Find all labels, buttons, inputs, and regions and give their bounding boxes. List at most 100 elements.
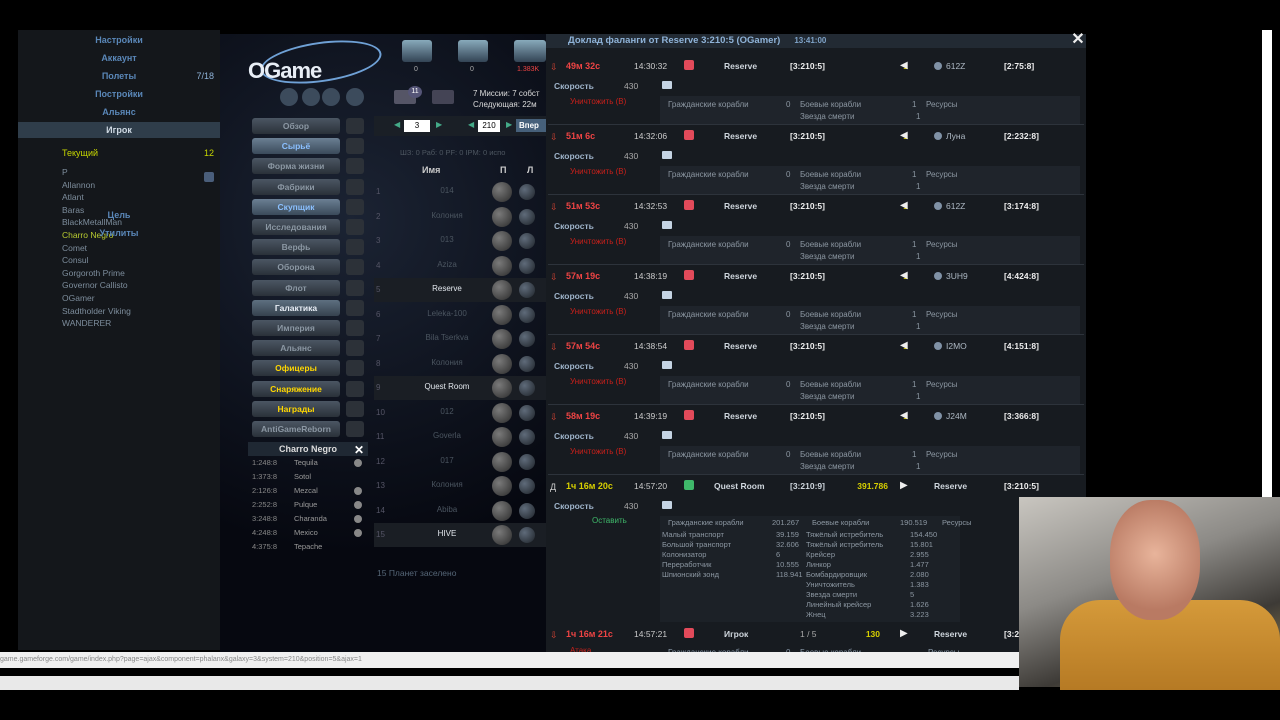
planet-icon[interactable] (492, 280, 512, 300)
galaxy-row[interactable]: 9 Quest Room (374, 376, 546, 400)
next-system-icon[interactable]: ▶ (506, 120, 512, 129)
planet-icon[interactable] (492, 427, 512, 447)
settings-icon[interactable] (204, 172, 214, 182)
planet-icon[interactable] (492, 353, 512, 374)
moon-icon[interactable] (519, 380, 535, 396)
friend-row[interactable]: 2:252:8 Pulque (248, 498, 368, 512)
mission-icon[interactable] (684, 60, 694, 70)
crystal-icon[interactable] (458, 40, 488, 62)
galaxy-row[interactable]: 11 Goverla (374, 425, 546, 449)
menu-icon[interactable] (346, 360, 364, 377)
moon-icon[interactable] (519, 306, 535, 323)
menu-icon[interactable] (346, 178, 364, 195)
fleet-icon[interactable]: ◀ (900, 270, 908, 281)
planet-icon[interactable] (492, 304, 512, 325)
moon-icon[interactable] (519, 233, 535, 249)
fleet-icon[interactable]: ◀ (900, 410, 908, 421)
friend-row[interactable]: 3:248:8 Charanda (248, 512, 368, 526)
game-menu-item[interactable]: Обзор (252, 118, 340, 134)
origin-coords[interactable]: [3:210:5] (790, 271, 825, 281)
planet-icon[interactable] (492, 451, 512, 472)
friend-row[interactable]: 1:248:8 Tequila (248, 456, 368, 470)
metal-icon[interactable] (402, 40, 432, 62)
prev-system-icon[interactable]: ◀ (468, 120, 474, 129)
fleet-icon[interactable]: ▶ (900, 480, 908, 491)
origin-coords[interactable]: [3:210:5] (790, 341, 825, 351)
moon-icon[interactable] (519, 478, 535, 494)
menu-icon[interactable] (346, 239, 364, 256)
target-coords[interactable]: [3:2 (1004, 629, 1019, 639)
player-item[interactable]: Gorgoroth Prime (62, 267, 220, 280)
galaxy-row[interactable]: 3 013 (374, 229, 546, 253)
moon-icon[interactable] (519, 184, 535, 200)
game-menu-item[interactable]: Скупщик (252, 198, 340, 215)
planet-icon[interactable] (492, 402, 512, 423)
origin-coords[interactable]: [3:210:5] (790, 61, 825, 71)
player-item[interactable]: Governor Callisto (62, 279, 220, 292)
mission-icon[interactable] (684, 270, 694, 280)
chat-icon[interactable] (432, 90, 454, 104)
planet-icon[interactable] (492, 255, 512, 276)
fleet-icon[interactable]: ◀ (900, 200, 908, 211)
planet-name[interactable]: Goverla (402, 431, 492, 440)
target-coords[interactable]: [3:174:8] (1004, 201, 1039, 211)
player-item[interactable]: Comet (62, 242, 220, 255)
menu-item-2[interactable]: Полеты 7/18 (18, 68, 220, 84)
game-menu-item[interactable]: Исследования (252, 219, 340, 235)
menu-bottom-item[interactable]: Цель (18, 207, 220, 223)
menu-icon[interactable] (346, 380, 364, 397)
planet-icon[interactable] (492, 525, 512, 545)
game-menu-item[interactable]: Империя (252, 320, 340, 336)
game-menu-item[interactable]: Фабрики (252, 178, 340, 195)
menu-icon[interactable] (346, 118, 364, 134)
mission-icon[interactable] (684, 200, 694, 210)
officer-icon[interactable] (280, 88, 298, 106)
player-item[interactable]: OGamer (62, 292, 220, 305)
menu-item-5[interactable]: Игрок (18, 122, 220, 138)
moon-icon[interactable] (519, 208, 535, 225)
fleet-icon[interactable]: ◀ (900, 60, 908, 71)
menu-icon[interactable] (346, 259, 364, 276)
friend-row[interactable]: 4:375:8 Tepache (248, 540, 368, 554)
game-menu-item[interactable]: Флот (252, 279, 340, 296)
galaxy-row[interactable]: 15 HIVE (374, 523, 546, 547)
menu-icon[interactable] (346, 340, 364, 357)
planet-icon[interactable] (492, 329, 512, 349)
ogame-logo[interactable]: OGame (248, 58, 322, 84)
deuterium-icon[interactable] (514, 40, 546, 62)
galaxy-row[interactable]: 7 Bila Tserkva (374, 327, 546, 351)
player-item[interactable]: WANDERER (62, 317, 220, 330)
menu-icon[interactable] (346, 158, 364, 175)
origin-coords[interactable]: [3:210:5] (790, 411, 825, 421)
next-galaxy-icon[interactable]: ▶ (436, 120, 442, 129)
system-input[interactable]: 210 (478, 120, 500, 132)
planet-name[interactable]: Abiba (402, 505, 492, 514)
player-item[interactable]: Consul (62, 254, 220, 267)
origin-coords[interactable]: [3:210:5] (790, 201, 825, 211)
player-item[interactable]: Allannon (62, 179, 220, 192)
moon-icon[interactable] (519, 453, 535, 470)
planet-name[interactable]: Reserve (402, 284, 492, 293)
message-icon[interactable] (662, 151, 672, 159)
galaxy-row[interactable]: 10 012 (374, 401, 546, 425)
game-menu-item[interactable]: AntiGameReborn (252, 421, 340, 437)
menu-icon[interactable] (346, 400, 364, 417)
galaxy-row[interactable]: 14 Abiba (374, 499, 546, 523)
friend-row[interactable]: 1:373:8 Sotol (248, 470, 368, 484)
planet-name[interactable]: 014 (402, 186, 492, 195)
planet-name[interactable]: HIVE (402, 529, 492, 538)
planet-name[interactable]: Leleka-100 (402, 309, 492, 318)
pen-icon[interactable] (322, 88, 340, 106)
message-icon[interactable] (662, 81, 672, 89)
menu-bottom-item[interactable]: Утилиты (18, 225, 220, 241)
menu-item-4[interactable]: Альянс (18, 104, 220, 120)
commander-icon[interactable] (346, 88, 364, 106)
mission-icon[interactable] (684, 628, 694, 638)
message-icon[interactable] (662, 361, 672, 369)
menu-icon[interactable] (346, 138, 364, 155)
target-coords[interactable]: [2:232:8] (1004, 131, 1039, 141)
menu-icon[interactable] (346, 299, 364, 316)
galaxy-row[interactable]: 6 Leleka-100 (374, 303, 546, 327)
target-coords[interactable]: [4:424:8] (1004, 271, 1039, 281)
planet-icon[interactable] (492, 476, 512, 496)
